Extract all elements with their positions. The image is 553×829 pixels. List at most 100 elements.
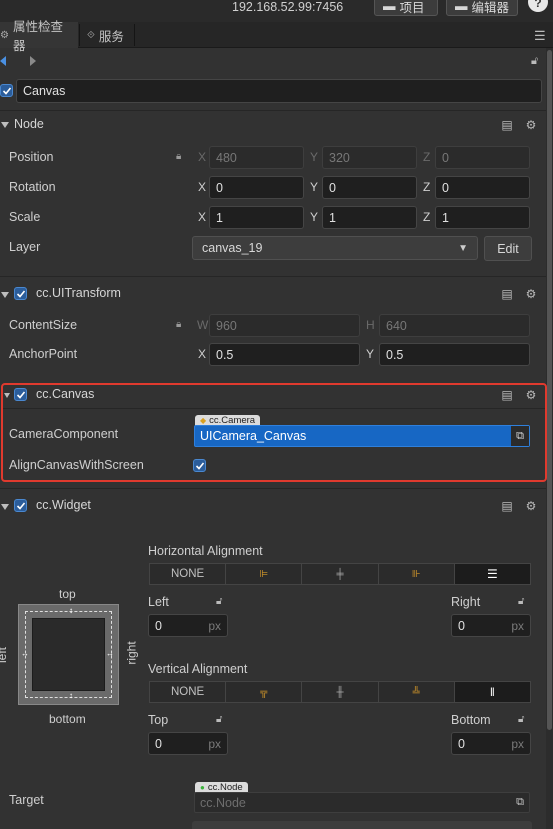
tab-inspector[interactable]: ⚙ 属性检查器	[0, 20, 78, 53]
collapse-triangle-icon[interactable]	[4, 393, 10, 398]
h-align-stretch-button[interactable]: ☰	[454, 564, 531, 584]
v-align-stretch-button[interactable]: ‖	[454, 682, 531, 702]
back-arrow-icon[interactable]	[0, 56, 6, 66]
anchor-y-input[interactable]: 0.5	[379, 343, 530, 366]
rotation-label: Rotation	[9, 180, 56, 194]
target-field[interactable]: cc.Node	[194, 792, 530, 813]
axis-z-label: Z	[423, 210, 431, 224]
right-input[interactable]: 0 px	[451, 614, 531, 637]
section-title-canvas: cc.Canvas	[36, 387, 95, 401]
lock-icon[interactable]: 🔓︎	[518, 596, 524, 607]
h-align-center-button[interactable]: ╪	[302, 564, 379, 584]
lock-icon[interactable]: 🔓︎	[216, 596, 222, 607]
bottom-input[interactable]: 0 px	[451, 732, 531, 755]
dropdown-arrow-icon: ▼	[458, 242, 468, 254]
axis-y-label: Y	[310, 210, 319, 224]
settings-gear-icon[interactable]: ⚙	[524, 499, 538, 513]
forward-arrow-icon[interactable]	[30, 56, 36, 66]
v-align-top-button[interactable]: ╦	[226, 682, 303, 702]
align-stretch-icon: ‖	[489, 685, 495, 699]
anchor-point-label: AnchorPoint	[9, 347, 78, 361]
anchor-x-input[interactable]: 0.5	[209, 343, 360, 366]
layer-edit-button[interactable]: Edit	[484, 236, 532, 261]
help-book-icon[interactable]: ▤	[500, 118, 514, 132]
layer-label: Layer	[9, 240, 41, 254]
align-right-icon: ⊪	[411, 568, 421, 580]
axis-z-label: Z	[423, 150, 431, 164]
node-dot-icon: ●	[200, 783, 205, 792]
canvas-enabled-checkbox[interactable]	[14, 388, 27, 401]
h-align-left-button[interactable]: ⊫	[226, 564, 303, 584]
help-book-icon[interactable]: ▤	[500, 388, 514, 402]
lock-icon: 🔒︎	[176, 319, 182, 330]
settings-gear-icon[interactable]: ⚙	[524, 287, 538, 301]
camera-component-field[interactable]: UICamera_Canvas	[194, 425, 530, 447]
pick-target-icon[interactable]: ⧉	[511, 426, 529, 446]
scale-y-input[interactable]: 1	[322, 206, 417, 229]
collapse-triangle-icon[interactable]	[1, 504, 9, 510]
project-button[interactable]: ▬ 项目	[374, 0, 438, 16]
align-canvas-checkbox[interactable]	[193, 459, 206, 472]
left-input[interactable]: 0 px	[148, 614, 228, 637]
node-active-checkbox[interactable]	[0, 84, 13, 97]
align-top-icon: ╦	[260, 686, 268, 698]
scale-z-input[interactable]: 1	[435, 206, 530, 229]
lock-icon[interactable]: 🔓︎	[518, 714, 524, 725]
collapse-triangle-icon[interactable]	[1, 292, 9, 298]
camera-component-label: CameraComponent	[9, 427, 119, 441]
position-x-input: 480	[209, 146, 304, 169]
lock-icon[interactable]: 🔓︎	[531, 55, 538, 68]
h-align-right-button[interactable]: ⊪	[379, 564, 455, 584]
axis-y-label: Y	[366, 347, 375, 361]
v-align-bottom-button[interactable]: ╩	[379, 682, 455, 702]
component-dot-icon: ◆	[200, 416, 207, 425]
rotation-x-input[interactable]: 0	[209, 176, 304, 199]
v-align-middle-button[interactable]: ╫	[302, 682, 379, 702]
position-y-input: 320	[322, 146, 417, 169]
axis-x-label: X	[198, 150, 207, 164]
gear-icon: ⚙	[0, 29, 9, 41]
v-align-none-button[interactable]: NONE	[150, 682, 227, 702]
help-book-icon[interactable]: ▤	[500, 287, 514, 301]
pick-target-icon[interactable]: ⧉	[512, 794, 528, 811]
help-book-icon[interactable]: ▤	[500, 499, 514, 513]
editor-button[interactable]: ▬ 编辑器	[446, 0, 518, 16]
settings-gear-icon[interactable]: ⚙	[524, 388, 538, 402]
collapse-triangle-icon[interactable]	[1, 122, 9, 128]
content-size-label: ContentSize	[9, 318, 78, 332]
h-align-none-button[interactable]: NONE	[150, 564, 227, 584]
section-title-node: Node	[14, 117, 44, 131]
axis-x-label: X	[198, 180, 207, 194]
uitransform-enabled-checkbox[interactable]	[14, 287, 27, 300]
scale-x-input[interactable]: 1	[209, 206, 304, 229]
vertical-alignment-group: NONE ╦ ╫ ╩ ‖	[149, 681, 531, 703]
axis-y-label: Y	[310, 180, 319, 194]
left-label: Left	[148, 595, 169, 609]
right-label: Right	[451, 595, 481, 609]
lock-icon[interactable]: 🔓︎	[216, 714, 222, 725]
align-center-icon: ╪	[336, 568, 344, 580]
node-name-input[interactable]: Canvas	[16, 79, 542, 103]
tab-services[interactable]: ⟐ 服务	[81, 22, 135, 48]
link-icon: ⟐	[87, 29, 95, 41]
axis-z-label: Z	[423, 180, 431, 194]
divider	[0, 276, 546, 277]
rotation-z-input[interactable]: 0	[435, 176, 530, 199]
scrollbar-thumb[interactable]	[547, 50, 552, 730]
top-input[interactable]: 0 px	[148, 732, 228, 755]
section-title-widget: cc.Widget	[36, 498, 91, 512]
rotation-y-input[interactable]: 0	[322, 176, 417, 199]
bottom-label: Bottom	[451, 713, 491, 727]
align-left-icon: ⊫	[259, 568, 269, 580]
position-z-input: 0	[435, 146, 530, 169]
section-title-uitransform: cc.UITransform	[36, 286, 121, 300]
content-size-w-input: 960	[209, 314, 360, 337]
align-canvas-label: AlignCanvasWithScreen	[9, 458, 144, 472]
target-label: Target	[9, 793, 44, 807]
divider	[3, 408, 545, 409]
menu-icon[interactable]: ☰	[534, 28, 546, 44]
axis-w-label: W	[197, 318, 209, 332]
layer-select[interactable]: canvas_19 ▼	[192, 236, 478, 260]
settings-gear-icon[interactable]: ⚙	[524, 118, 538, 132]
widget-enabled-checkbox[interactable]	[14, 499, 27, 512]
